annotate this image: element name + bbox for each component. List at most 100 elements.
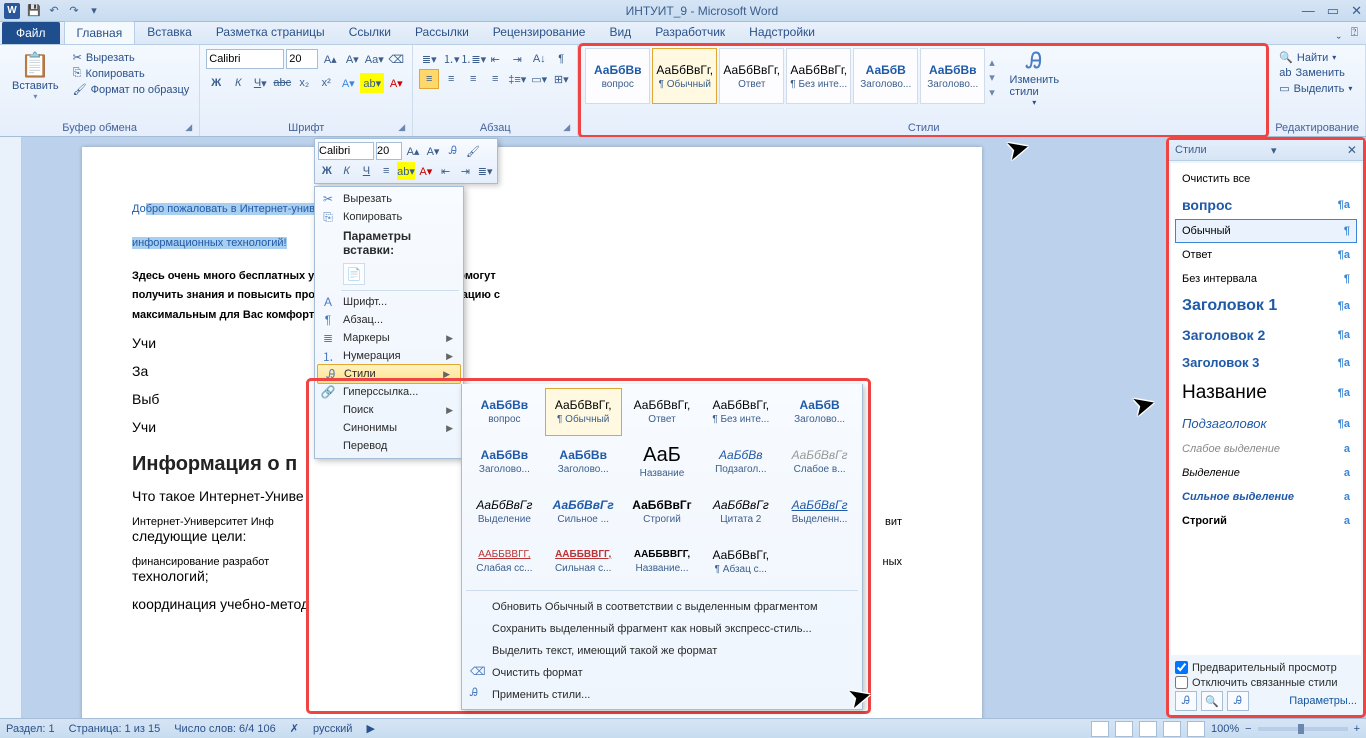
save-icon[interactable]: 💾 bbox=[26, 3, 42, 19]
flyout-style-tile[interactable]: ААББВВГГ,Слабая сс... bbox=[466, 538, 543, 586]
pane-options-link[interactable]: Параметры... bbox=[1289, 695, 1357, 707]
redo-icon[interactable]: ↷ bbox=[66, 3, 82, 19]
tab-Вид[interactable]: Вид bbox=[597, 21, 643, 44]
align-center-icon[interactable]: ≡ bbox=[441, 69, 461, 89]
mini-font-color-icon[interactable]: A▾ bbox=[417, 162, 435, 180]
highlight-icon[interactable]: ab▾ bbox=[360, 73, 384, 93]
pane-style-item[interactable]: Заголовок 2¶a bbox=[1175, 321, 1357, 349]
paragraph-dialog-launcher[interactable]: ◢ bbox=[563, 122, 575, 134]
mini-grow-font-icon[interactable]: A▴ bbox=[404, 142, 422, 160]
font-color-icon[interactable]: A▾ bbox=[386, 73, 406, 93]
tab-Рассылки[interactable]: Рассылки bbox=[403, 21, 481, 44]
flyout-style-tile[interactable]: АаБбВвГг,¶ Абзац с... bbox=[702, 538, 779, 586]
strike-icon[interactable]: abc bbox=[272, 73, 292, 93]
style-tile[interactable]: АаБбВвГг,¶ Без инте... bbox=[786, 48, 851, 104]
font-name-combo[interactable] bbox=[206, 49, 284, 69]
pane-style-item[interactable]: Ответ¶a bbox=[1175, 243, 1357, 267]
cut-button[interactable]: ✂Вырезать bbox=[73, 51, 190, 64]
view-draft-icon[interactable] bbox=[1187, 721, 1205, 737]
flyout-style-tile[interactable]: АаБбВвЗаголово... bbox=[466, 438, 543, 486]
flyout-style-tile[interactable]: АаБНазвание bbox=[624, 438, 701, 486]
sort-icon[interactable]: A↓ bbox=[529, 49, 549, 69]
zoom-value[interactable]: 100% bbox=[1211, 723, 1239, 735]
pane-close-icon[interactable]: ✕ bbox=[1347, 143, 1357, 157]
undo-icon[interactable]: ↶ bbox=[46, 3, 62, 19]
flyout-apply-styles[interactable]: ᎯПрименить стили... bbox=[466, 683, 858, 705]
font-dialog-launcher[interactable]: ◢ bbox=[398, 122, 410, 134]
ctx-synonyms[interactable]: Синонимы▶ bbox=[315, 419, 463, 437]
mini-highlight-icon[interactable]: ab▾ bbox=[397, 162, 415, 180]
manage-styles-icon[interactable]: Ꭿ bbox=[1227, 691, 1249, 711]
mini-align-icon[interactable]: ≡ bbox=[377, 162, 395, 180]
tab-Вставка[interactable]: Вставка bbox=[135, 21, 204, 44]
restore-icon[interactable]: ▭ bbox=[1327, 3, 1339, 19]
pane-style-item[interactable]: Выделениеa bbox=[1175, 461, 1357, 485]
outdent-icon[interactable]: ⇤ bbox=[485, 49, 505, 69]
view-web-layout-icon[interactable] bbox=[1139, 721, 1157, 737]
text-effects-icon[interactable]: A▾ bbox=[338, 73, 358, 93]
italic-icon[interactable]: К bbox=[228, 73, 248, 93]
font-size-combo[interactable] bbox=[286, 49, 318, 69]
bullets-icon[interactable]: ≣▾ bbox=[419, 49, 439, 69]
ctx-cut[interactable]: ✂Вырезать bbox=[315, 190, 463, 208]
mini-styles-icon[interactable]: Ꭿ bbox=[444, 142, 462, 160]
flyout-update-style[interactable]: Обновить Обычный в соответствии с выделе… bbox=[466, 595, 858, 617]
ctx-translate[interactable]: Перевод bbox=[315, 437, 463, 455]
zoom-slider[interactable] bbox=[1258, 727, 1348, 731]
flyout-style-tile[interactable]: ААББВВГГ,Название... bbox=[624, 538, 701, 586]
flyout-style-tile[interactable]: АаБбВвПодзагол... bbox=[702, 438, 779, 486]
zoom-out-icon[interactable]: − bbox=[1245, 723, 1251, 735]
pane-preview-checkbox[interactable]: Предварительный просмотр bbox=[1175, 661, 1357, 674]
mini-bold-icon[interactable]: Ж bbox=[318, 162, 336, 180]
replace-button[interactable]: abЗаменить bbox=[1279, 67, 1355, 79]
pane-disable-linked-checkbox[interactable]: Отключить связанные стили bbox=[1175, 676, 1357, 689]
flyout-style-tile[interactable]: АаБбВвГгЦитата 2 bbox=[702, 488, 779, 536]
flyout-style-tile[interactable]: АаБбВвЗаголово... bbox=[545, 438, 622, 486]
flyout-style-tile[interactable]: АаБбВвГгВыделенн... bbox=[781, 488, 858, 536]
ctx-copy[interactable]: ⎘Копировать bbox=[315, 208, 463, 226]
justify-icon[interactable]: ≡ bbox=[485, 69, 505, 89]
ctx-hyperlink[interactable]: 🔗Гиперссылка... bbox=[315, 383, 463, 401]
subscript-icon[interactable]: x₂ bbox=[294, 73, 314, 93]
style-tile[interactable]: АаБбВЗаголово... bbox=[853, 48, 918, 104]
tab-Разметка страницы[interactable]: Разметка страницы bbox=[204, 21, 337, 44]
ribbon-help-icon[interactable]: ˬ ⍰ bbox=[1329, 21, 1366, 44]
pane-style-item[interactable]: Подзаголовок¶a bbox=[1175, 410, 1357, 437]
borders-icon[interactable]: ⊞▾ bbox=[551, 69, 571, 89]
tab-Ссылки[interactable]: Ссылки bbox=[337, 21, 403, 44]
ctx-styles[interactable]: ᎯСтили▶ bbox=[317, 364, 461, 384]
view-full-screen-icon[interactable] bbox=[1115, 721, 1133, 737]
paste-keep-source-icon[interactable]: 📄 bbox=[343, 263, 365, 285]
flyout-save-style[interactable]: Сохранить выделенный фрагмент как новый … bbox=[466, 617, 858, 639]
flyout-style-tile[interactable]: АаБбВвГгСильное ... bbox=[545, 488, 622, 536]
status-lang[interactable]: русский bbox=[313, 723, 352, 735]
status-proofing-icon[interactable]: ✗ bbox=[290, 722, 299, 735]
tab-Надстройки[interactable]: Надстройки bbox=[737, 21, 827, 44]
flyout-style-tile[interactable]: ААББВВГГ,Сильная с... bbox=[545, 538, 622, 586]
tab-Разработчик[interactable]: Разработчик bbox=[643, 21, 737, 44]
flyout-style-tile[interactable]: АаБбВвГг,¶ Обычный bbox=[545, 388, 622, 436]
flyout-style-tile[interactable]: АаБбВвГгСлабое в... bbox=[781, 438, 858, 486]
pane-style-item[interactable]: Заголовок 3¶a bbox=[1175, 349, 1357, 376]
status-section[interactable]: Раздел: 1 bbox=[6, 723, 55, 735]
flyout-style-tile[interactable]: АаБбВввопрос bbox=[466, 388, 543, 436]
style-inspector-icon[interactable]: 🔍 bbox=[1201, 691, 1223, 711]
flyout-style-tile[interactable]: АаБбВвГг,¶ Без инте... bbox=[702, 388, 779, 436]
pane-style-item[interactable]: Обычный¶ bbox=[1175, 219, 1357, 243]
mini-font-size[interactable] bbox=[376, 142, 402, 160]
pane-dropdown-icon[interactable]: ▾ bbox=[1271, 144, 1277, 157]
pane-style-item[interactable]: Название¶a bbox=[1175, 376, 1357, 410]
format-painter-button[interactable]: 🖌Формат по образцу bbox=[73, 83, 190, 96]
align-left-icon[interactable]: ≡ bbox=[419, 69, 439, 89]
clipboard-dialog-launcher[interactable]: ◢ bbox=[185, 122, 197, 134]
shrink-font-icon[interactable]: A▾ bbox=[342, 49, 362, 69]
select-button[interactable]: ▭Выделить▾ bbox=[1279, 82, 1355, 95]
style-tile[interactable]: АаБбВвГг,Ответ bbox=[719, 48, 784, 104]
paste-button[interactable]: 📋 Вставить ▾ bbox=[6, 49, 65, 103]
pane-style-item[interactable]: Сильное выделениеa bbox=[1175, 485, 1357, 509]
underline-icon[interactable]: Ч▾ bbox=[250, 73, 270, 93]
mini-shrink-font-icon[interactable]: A▾ bbox=[424, 142, 442, 160]
flyout-style-tile[interactable]: АаБбВЗаголово... bbox=[781, 388, 858, 436]
mini-italic-icon[interactable]: К bbox=[338, 162, 356, 180]
show-marks-icon[interactable]: ¶ bbox=[551, 49, 571, 69]
